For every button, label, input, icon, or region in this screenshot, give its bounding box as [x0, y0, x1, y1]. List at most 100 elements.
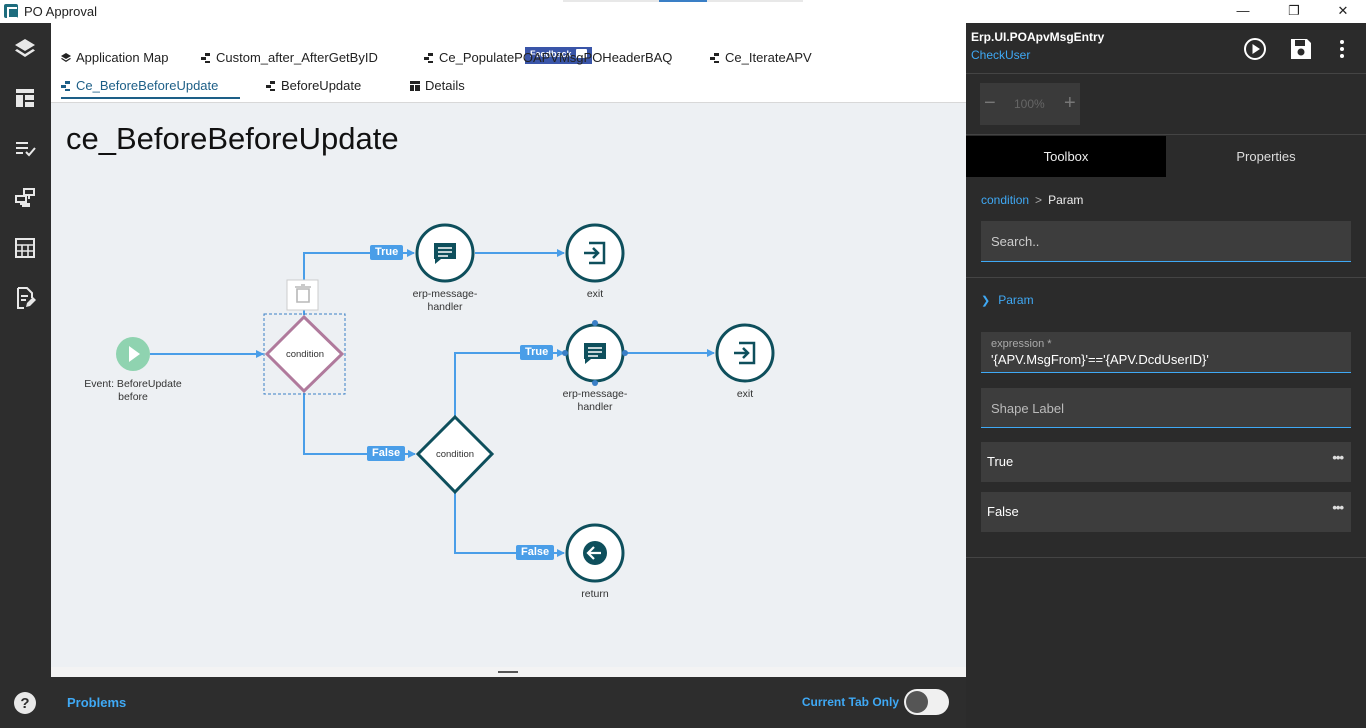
current-tab-only-label: Current Tab Only: [801, 695, 899, 709]
toggle-knob: [906, 691, 928, 713]
tab-ce-iterateapv[interactable]: Ce_IterateAPV: [710, 47, 812, 71]
layout-icon[interactable]: [13, 86, 37, 110]
edge-label-false: False: [367, 446, 406, 461]
tab-label: Details: [425, 78, 465, 93]
tab-bar: Feedback Application Map Custom_after_Af…: [51, 23, 966, 103]
help-icon[interactable]: ?: [13, 691, 37, 715]
panel-resize-strip[interactable]: [51, 667, 966, 677]
divider: [966, 557, 1366, 558]
flow-diagram: [116, 223, 775, 583]
title-strip-decoration-2: [707, 0, 803, 2]
right-panel: Erp.UI.POApvMsgEntry CheckUser − 100% + …: [966, 23, 1366, 728]
tab-properties[interactable]: Properties: [1166, 136, 1366, 177]
edge-true-2[interactable]: [454, 349, 565, 416]
shape-label-placeholder[interactable]: Shape Label: [991, 401, 1064, 416]
problems-label[interactable]: Problems: [67, 695, 126, 710]
checklist-icon[interactable]: [13, 136, 37, 160]
divider: [966, 134, 1366, 135]
edge-true-1[interactable]: [303, 249, 415, 315]
param-section-header[interactable]: ❯ Param: [981, 293, 1034, 307]
edge-false-1[interactable]: [303, 393, 416, 458]
tab-label: Ce_IterateAPV: [725, 50, 812, 65]
chevron-down-icon: ❯: [981, 295, 991, 307]
exit-label: exit: [586, 288, 604, 300]
flow-canvas[interactable]: ce_BeforeBeforeUpdate condition conditio…: [51, 103, 966, 667]
edit-doc-icon[interactable]: [13, 286, 37, 310]
title-strip-decoration: [563, 0, 659, 2]
zoom-level: 100%: [1014, 97, 1045, 111]
flow-icon: [266, 81, 275, 91]
minimize-button[interactable]: —: [1220, 0, 1266, 23]
grid-icon[interactable]: [13, 236, 37, 260]
flow-icon: [201, 53, 210, 63]
connector-dot[interactable]: [592, 380, 598, 386]
more-vertical-icon[interactable]: [1330, 37, 1354, 61]
window-title: PO Approval: [24, 4, 97, 19]
tab-application-map[interactable]: Application Map: [61, 47, 169, 71]
branch-label: False: [987, 504, 1019, 519]
condition-label: condition: [285, 349, 325, 360]
flow-icon[interactable]: [13, 186, 37, 210]
edge-label-true: True: [370, 245, 404, 260]
tab-label: Ce_PopulatePOAPVMsgPOHeaderBAQ: [439, 50, 673, 65]
panel-title: Erp.UI.POApvMsgEntry: [971, 30, 1105, 44]
breadcrumb: condition > Param: [981, 193, 1083, 207]
breadcrumb-current: Param: [1048, 193, 1084, 207]
title-strip-accent: [659, 0, 707, 2]
breadcrumb-parent[interactable]: condition: [981, 193, 1029, 207]
window-controls: — ❐ ✕: [966, 0, 1366, 23]
branch-label: True: [987, 454, 1014, 469]
problems-panel: Problems Current Tab Only: [51, 677, 966, 728]
return-label: return: [581, 588, 609, 600]
tab-label: Custom_after_AfterGetByID: [216, 50, 378, 65]
zoom-control: − 100% +: [980, 83, 1080, 125]
tab-ce-beforebeforeupdate[interactable]: Ce_BeforeBeforeUpdate: [61, 75, 240, 99]
more-horizontal-icon[interactable]: •••: [1332, 450, 1344, 465]
search-input[interactable]: [981, 221, 1351, 261]
resize-handle[interactable]: [498, 671, 518, 673]
expression-value[interactable]: '{APV.MsgFrom}'=='{APV.DcdUserID}': [991, 352, 1209, 367]
layout-icon: [410, 81, 420, 91]
expression-label: expression *: [991, 338, 1052, 350]
exit-label: exit: [736, 388, 754, 400]
flow-icon: [710, 53, 719, 63]
search-box: [981, 221, 1351, 262]
connector-dot[interactable]: [562, 350, 568, 356]
close-button[interactable]: ✕: [1320, 0, 1366, 23]
more-horizontal-icon[interactable]: •••: [1332, 500, 1344, 515]
tab-label: BeforeUpdate: [281, 78, 362, 93]
breadcrumb-separator: >: [1035, 193, 1043, 207]
tab-label: Application Map: [76, 50, 169, 65]
message-handler-label: erp-message-handler: [412, 288, 478, 313]
run-icon[interactable]: [1243, 37, 1267, 61]
connector-dot[interactable]: [592, 320, 598, 326]
left-navigation: ?: [0, 23, 51, 728]
zoom-out-button[interactable]: −: [984, 92, 996, 115]
zoom-in-button[interactable]: +: [1064, 92, 1076, 115]
expression-field[interactable]: expression * '{APV.MsgFrom}'=='{APV.DcdU…: [981, 332, 1351, 373]
flow-icon: [424, 53, 433, 63]
message-handler-label: erp-message-handler: [562, 388, 628, 413]
save-icon[interactable]: [1289, 37, 1313, 61]
event-label: Event: BeforeUpdate before: [84, 378, 182, 403]
current-tab-only-toggle[interactable]: [904, 689, 949, 715]
panel-header: Erp.UI.POApvMsgEntry CheckUser: [966, 23, 1366, 74]
edge-label-false: False: [516, 545, 555, 560]
connector-dot[interactable]: [622, 350, 628, 356]
edge-label-true: True: [520, 345, 554, 360]
tab-details[interactable]: Details: [410, 75, 465, 99]
edge-false-2[interactable]: [454, 492, 565, 557]
maximize-button[interactable]: ❐: [1271, 0, 1317, 23]
layers-icon[interactable]: [13, 36, 37, 60]
tab-toolbox[interactable]: Toolbox: [966, 136, 1166, 177]
branch-true[interactable]: True •••: [981, 442, 1351, 482]
branch-false[interactable]: False •••: [981, 492, 1351, 532]
title-bar: PO Approval: [0, 0, 966, 23]
panel-subtitle[interactable]: CheckUser: [971, 48, 1030, 62]
tab-beforeupdate[interactable]: BeforeUpdate: [266, 75, 361, 99]
section-label: Param: [998, 293, 1034, 307]
app-logo-icon: [4, 4, 18, 19]
tab-ce-populate[interactable]: Ce_PopulatePOAPVMsgPOHeaderBAQ: [424, 47, 672, 71]
tab-custom-after-aftergetbyid[interactable]: Custom_after_AfterGetByID: [201, 47, 378, 71]
shape-label-field[interactable]: Shape Label: [981, 388, 1351, 428]
